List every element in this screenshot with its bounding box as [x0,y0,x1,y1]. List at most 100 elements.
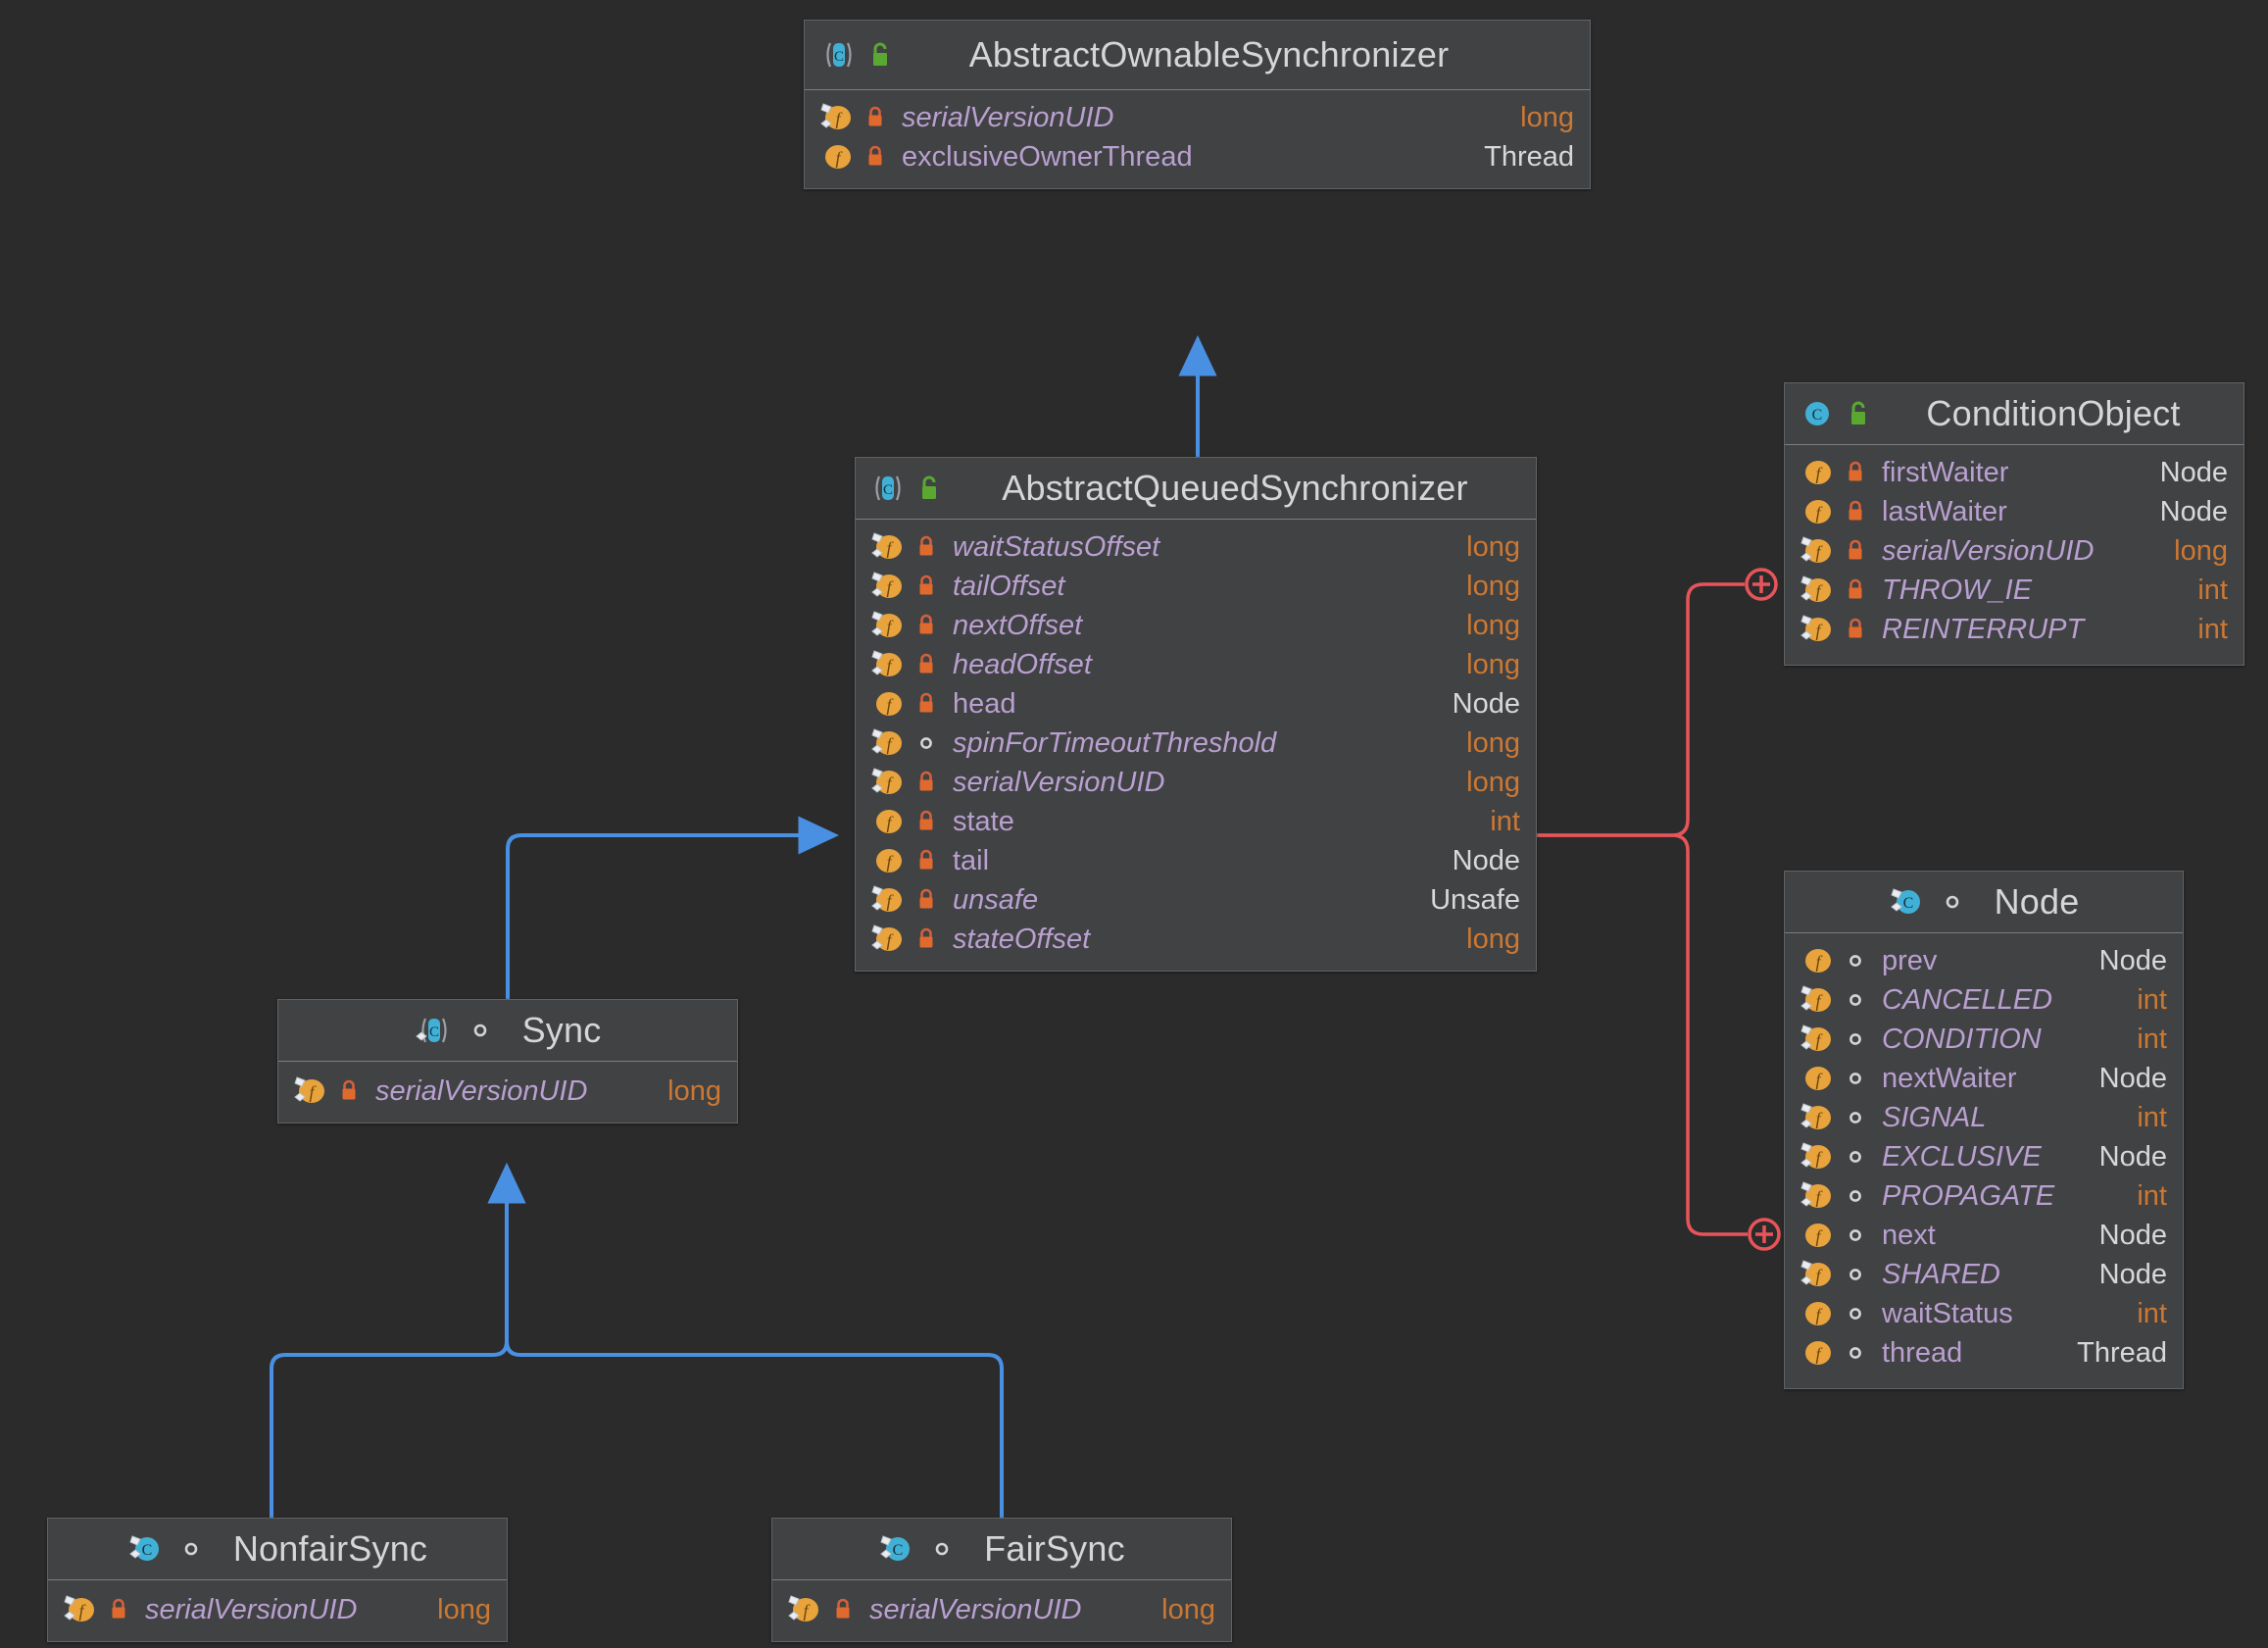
field-type: Node [2098,1062,2167,1094]
field-type: long [1466,923,1520,955]
field-row[interactable]: f tailOffset long [856,567,1536,606]
field-icon: f [1799,1336,1834,1370]
private-lock-icon [913,574,939,599]
field-row[interactable]: f REINTERRUPT int [1785,610,2243,649]
field-name: serialVersionUID [953,766,1165,798]
field-row[interactable]: f nextWaiter Node [1785,1059,2183,1098]
static-class-icon: C [1889,885,1924,919]
class-header: C ConditionObject [1785,383,2243,445]
field-name: unsafe [953,883,1039,916]
class-fields: f serialVersionUID long f exclusiveOwnerThre… [805,90,1590,188]
svg-text:C: C [1812,407,1823,424]
field-icon: f [869,687,905,721]
class-box-sync[interactable]: C Sync f serialVersionUID long [277,999,738,1124]
field-row[interactable]: f serialVersionUID long [856,763,1536,802]
class-box-node[interactable]: C Node f prev Node f CANCELLED int f CONDITION i… [1784,871,2184,1389]
field-row[interactable]: f nextOffset long [856,606,1536,645]
field-row[interactable]: f waitStatusOffset long [856,527,1536,567]
field-name: CONDITION [1882,1023,2042,1055]
static-field-icon: f [292,1074,327,1108]
class-box-abstract-ownable-synchronizer[interactable]: C AbstractOwnableSynchronizer f serialVer… [804,20,1591,189]
class-name: AbstractOwnableSynchronizer [968,34,1450,75]
field-type: Node [2098,1219,2167,1251]
package-private-icon [1843,1108,1868,1127]
class-name: FairSync [984,1528,1125,1569]
field-row[interactable]: f exclusiveOwnerThread Thread [805,137,1590,176]
svg-text:C: C [429,1024,439,1040]
field-row[interactable]: f CANCELLED int [1785,980,2183,1020]
field-row[interactable]: f waitStatus int [1785,1294,2183,1333]
field-row[interactable]: f headOffset long [856,645,1536,684]
field-row[interactable]: f next Node [1785,1216,2183,1255]
field-name: firstWaiter [1882,456,2009,488]
field-row[interactable]: f prev Node [1785,941,2183,980]
class-icon: C [1800,397,1834,430]
edge-aqs-to-node [1537,833,1781,1251]
field-row[interactable]: f SHARED Node [1785,1255,2183,1294]
class-fields: f prev Node f CANCELLED int f CONDITION int f next… [1785,933,2183,1388]
static-class-icon: C [127,1532,163,1566]
field-row[interactable]: f serialVersionUID long [278,1072,737,1111]
private-lock-icon [1843,460,1868,485]
class-header: C Node [1785,872,2183,933]
svg-text:C: C [142,1542,153,1559]
private-lock-icon [913,613,939,638]
class-box-abstract-queued-synchronizer[interactable]: C AbstractQueuedSynchronizer f waitStatus… [855,457,1537,972]
field-name: serialVersionUID [145,1593,358,1625]
class-box-condition-object[interactable]: C ConditionObject f firstWaiter Node f lastW… [1784,382,2244,666]
field-row[interactable]: f stateOffset long [856,920,1536,959]
field-row[interactable]: f serialVersionUID long [772,1590,1231,1629]
field-row[interactable]: f lastWaiter Node [1785,492,2243,531]
field-name: REINTERRUPT [1882,613,2085,645]
private-lock-icon [106,1597,131,1623]
field-row[interactable]: f firstWaiter Node [1785,453,2243,492]
field-row[interactable]: f THROW_IE int [1785,571,2243,610]
field-name: serialVersionUID [869,1593,1082,1625]
field-name: EXCLUSIVE [1882,1140,2042,1173]
field-row[interactable]: f unsafe Unsafe [856,880,1536,920]
field-row[interactable]: f tail Node [856,841,1536,880]
field-row[interactable]: f SIGNAL int [1785,1098,2183,1137]
edge-sync-to-aqs [506,816,840,999]
field-row[interactable]: f head Node [856,684,1536,724]
static-field-icon: f [1799,1140,1834,1174]
field-name: SHARED [1882,1258,2000,1290]
field-name: serialVersionUID [902,101,1114,133]
class-box-fair-sync[interactable]: C FairSync f serialVersionUID long [771,1518,1232,1642]
class-header: C AbstractQueuedSynchronizer [856,458,1536,520]
field-row[interactable]: f thread Thread [1785,1333,2183,1373]
field-row[interactable]: f CONDITION int [1785,1020,2183,1059]
field-icon: f [1799,1219,1834,1252]
field-row[interactable]: f serialVersionUID long [1785,531,2243,571]
package-private-icon [178,1539,204,1559]
public-unlocked-icon [916,474,942,503]
field-row[interactable]: f spinForTimeoutThreshold long [856,724,1536,763]
class-name: AbstractQueuedSynchronizer [1002,468,1468,508]
field-type: int [2137,1101,2167,1133]
field-row[interactable]: f serialVersionUID long [48,1590,507,1629]
package-private-icon [1843,1304,1868,1323]
class-fields: f firstWaiter Node f lastWaiter Node f serialVe… [1785,445,2243,665]
package-private-icon [468,1021,493,1040]
field-row[interactable]: f state int [856,802,1536,841]
field-type: long [1466,570,1520,602]
package-private-icon [1843,1265,1868,1284]
static-field-icon: f [786,1593,821,1626]
field-type: Node [2098,1258,2167,1290]
field-row[interactable]: f serialVersionUID long [805,98,1590,137]
field-name: THROW_IE [1882,574,2033,606]
field-type: int [2197,613,2228,645]
field-name: waitStatus [1882,1297,2013,1329]
field-row[interactable]: f PROPAGATE int [1785,1176,2183,1216]
package-private-icon [913,733,939,753]
private-lock-icon [913,691,939,717]
diagram-canvas[interactable]: C AbstractOwnableSynchronizer f serialVer… [0,0,2268,1648]
field-row[interactable]: f EXCLUSIVE Node [1785,1137,2183,1176]
class-box-nonfair-sync[interactable]: C NonfairSync f serialVersionUID long [47,1518,508,1642]
field-icon: f [869,805,905,838]
field-type: long [2174,534,2228,567]
class-fields: f serialVersionUID long [278,1062,737,1123]
field-type: int [1490,805,1520,837]
field-type: int [2137,1179,2167,1212]
field-name: PROPAGATE [1882,1179,2055,1212]
